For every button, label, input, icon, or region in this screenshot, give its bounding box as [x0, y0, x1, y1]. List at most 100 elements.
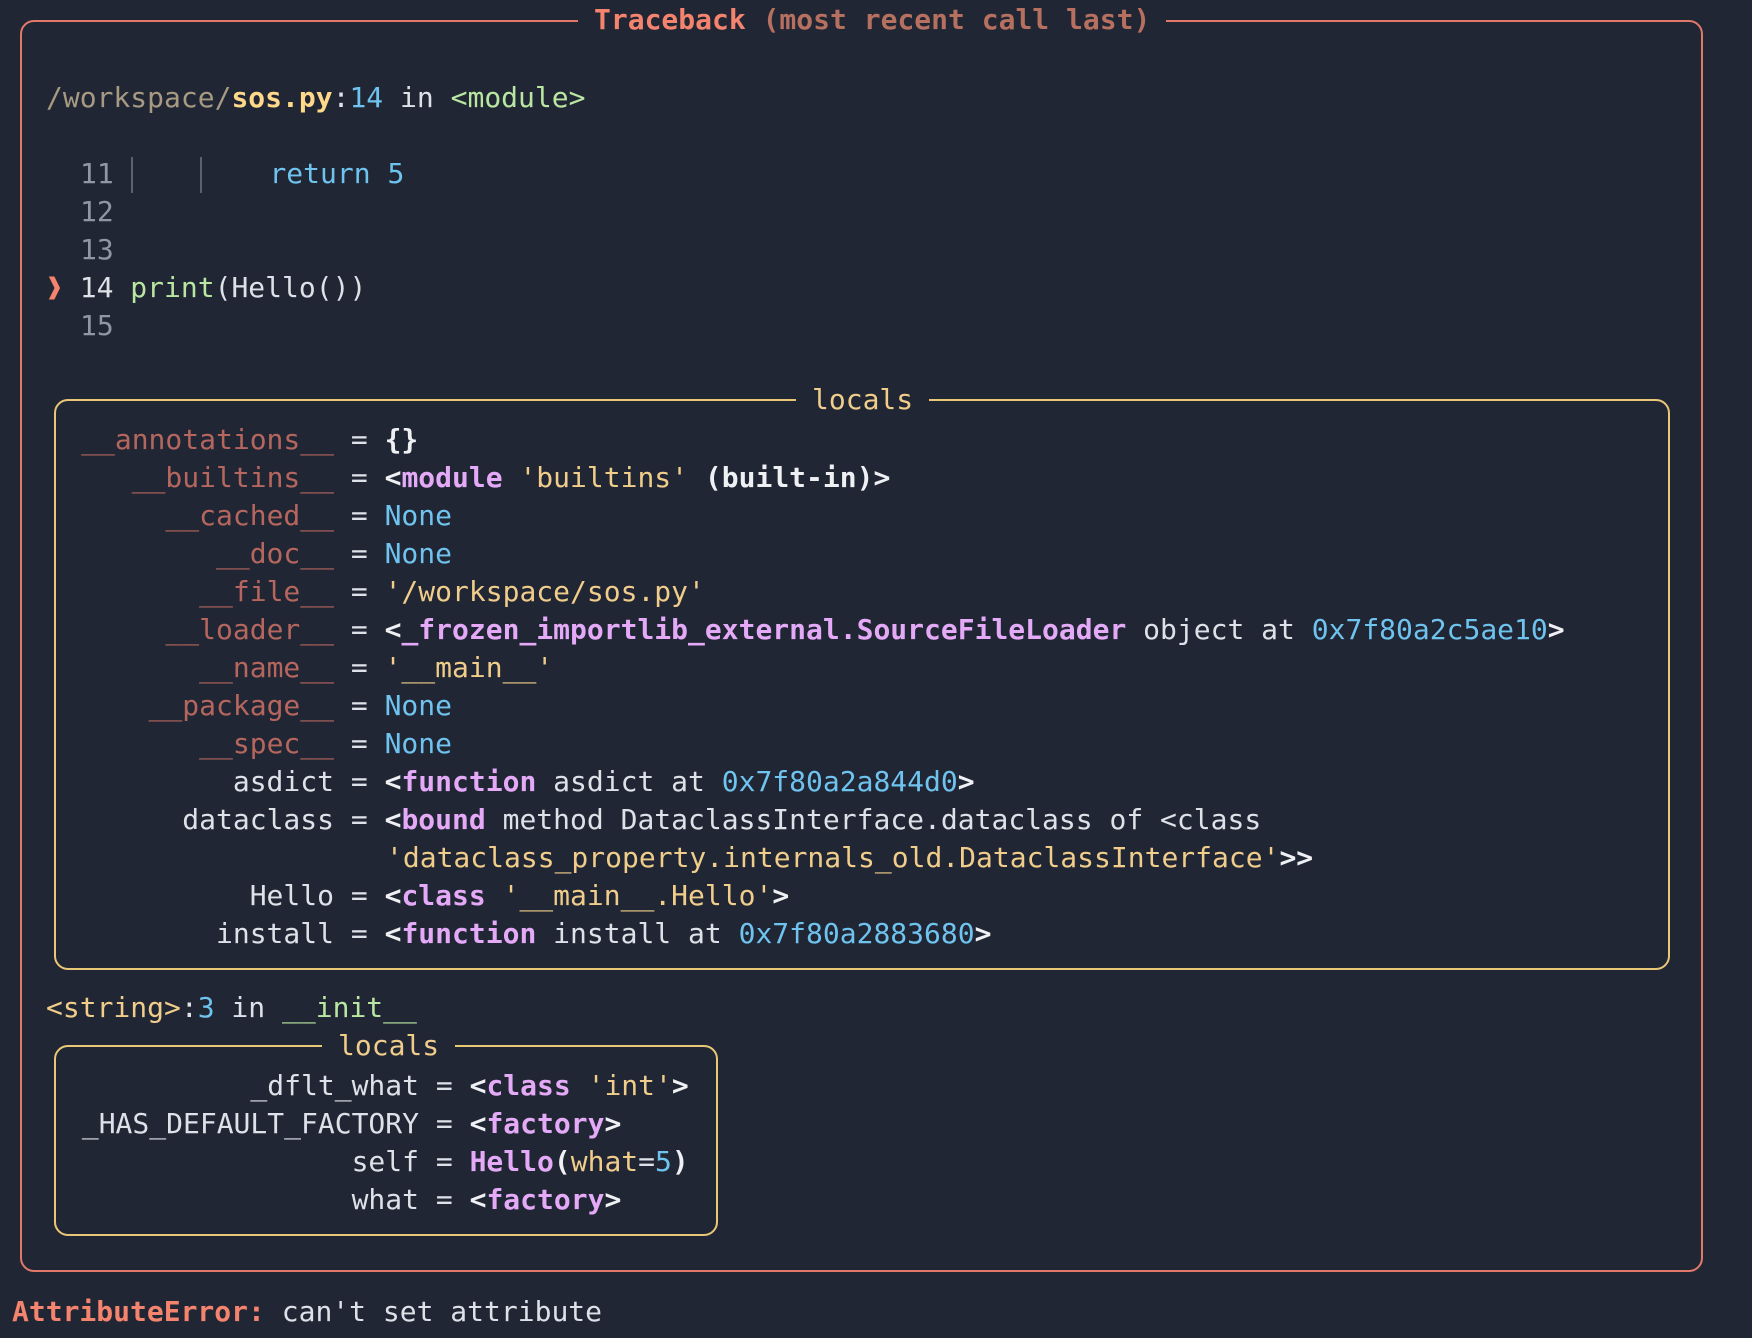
frame-location-2[interactable]: <string>:3 in __init__ [46, 989, 417, 1027]
locals-title: locals [322, 1027, 456, 1065]
local-var-row: self = Hello(what=5) [80, 1143, 689, 1181]
angle-close: > [604, 1107, 622, 1140]
local-var-row: install = <function install at 0x7f80a28… [80, 915, 991, 953]
local-var-name: __name__ [199, 651, 334, 684]
frame-in-text: in [214, 991, 283, 1024]
local-var-name: __loader__ [165, 613, 334, 646]
angle-open: < [469, 1183, 487, 1216]
equals-sign: = [419, 1107, 470, 1140]
local-var-row: __annotations__ = {} [80, 421, 418, 459]
line-number: 15 [80, 309, 114, 342]
repr-number: 5 [655, 1145, 672, 1178]
angle-close: > [772, 879, 790, 912]
equals-sign: = [419, 1145, 470, 1178]
angle-close: >> [1279, 841, 1314, 874]
traceback-title: Traceback (most recent call last) [578, 1, 1167, 39]
equals-sign: = [334, 727, 385, 760]
repr-string: 'dataclass_property.internals_old.Datacl… [386, 841, 1280, 874]
error-line: AttributeError: can't set attribute [12, 1293, 602, 1331]
repr-object: Hello [469, 1145, 554, 1178]
local-var-value: {} [384, 423, 419, 456]
frame-func: <module> [450, 81, 586, 114]
frame-path-prefix: /workspace/ [46, 81, 232, 114]
repr-keyword: class [401, 879, 486, 912]
traceback-title-sub: (most recent call last) [762, 3, 1151, 36]
local-var-value: None [384, 499, 453, 532]
assign-sign: = [638, 1145, 656, 1178]
frame-lineno: 14 [349, 81, 384, 114]
local-var-row: __doc__ = None [80, 535, 452, 573]
code-line: 12 [80, 193, 114, 231]
equals-sign: = [334, 537, 385, 570]
error-message: can't set attribute [264, 1295, 603, 1328]
repr-address: 0x7f80a2883680 [738, 917, 975, 950]
repr-address: 0x7f80a2c5ae10 [1311, 613, 1548, 646]
line-number: 13 [80, 233, 114, 266]
local-var-row: Hello = <class '__main__.Hello'> [80, 877, 789, 915]
repr-plain: method DataclassInterface.dataclass of <… [485, 803, 1262, 836]
local-var-row: dataclass = <bound method DataclassInter… [80, 801, 1261, 839]
traceback-title-main: Traceback [594, 3, 746, 36]
angle-open: < [469, 1107, 487, 1140]
equals-sign: = [419, 1183, 470, 1216]
frame-location-1[interactable]: /workspace/sos.py:14 in <module> [46, 79, 585, 117]
repr-keyword: factory [486, 1183, 605, 1216]
frame-sep: : [180, 991, 198, 1024]
paren-open: ( [553, 1145, 571, 1178]
local-var-row: __name__ = '__main__' [80, 649, 553, 687]
angle-open: < [384, 461, 402, 494]
local-var-value: '__main__' [384, 651, 554, 684]
angle-close: > [671, 1069, 689, 1102]
equals-sign: = [334, 879, 385, 912]
code-keyword: return [269, 157, 371, 190]
frame-func: __init__ [282, 991, 417, 1024]
angle-close: > [604, 1183, 622, 1216]
local-var-name: install [215, 917, 334, 950]
local-var-row: __cached__ = None [80, 497, 452, 535]
local-var-row: __spec__ = None [80, 725, 452, 763]
local-var-name: Hello [249, 879, 334, 912]
angle-open: < [384, 879, 402, 912]
local-var-row: __package__ = None [80, 687, 452, 725]
local-var-name: what [351, 1183, 419, 1216]
local-var-name: __builtins__ [131, 461, 334, 494]
repr-plain: object at [1126, 613, 1312, 646]
local-var-name: asdict [232, 765, 334, 798]
line-number: 12 [80, 195, 114, 228]
line-number: 14 [79, 271, 114, 304]
local-var-row: asdict = <function asdict at 0x7f80a2a84… [80, 763, 975, 801]
angle-close: > [1547, 613, 1565, 646]
angle-open: < [384, 803, 402, 836]
repr-plain: asdict at [536, 765, 722, 798]
equals-sign: = [334, 575, 385, 608]
code-line: 15 [80, 307, 114, 345]
paren-close: ) [671, 1145, 689, 1178]
angle-close: > [957, 765, 975, 798]
repr-keyword: factory [486, 1107, 605, 1140]
local-var-name: __cached__ [165, 499, 334, 532]
equals-sign: = [334, 499, 385, 532]
local-var-row: __file__ = '/workspace/sos.py' [80, 573, 705, 611]
code-line: 11 return 5 [80, 155, 404, 193]
repr-attr: what [570, 1145, 639, 1178]
frame-lineno: 3 [197, 991, 215, 1024]
local-var-name: self [351, 1145, 419, 1178]
repr-keyword: function [401, 917, 537, 950]
repr-string: 'int' [570, 1069, 672, 1102]
equals-sign: = [334, 689, 385, 722]
equals-sign: = [334, 613, 385, 646]
repr-string: 'builtins' [502, 461, 705, 494]
local-var-name: __file__ [199, 575, 334, 608]
local-var-name: __spec__ [199, 727, 334, 760]
local-var-name: __annotations__ [81, 423, 334, 456]
repr-plain: install at [536, 917, 739, 950]
local-var-row: what = <factory> [80, 1181, 622, 1219]
frame-location: <string> [46, 991, 181, 1024]
repr-rest: (built-in)> [704, 461, 891, 494]
repr-string: '__main__.Hello' [485, 879, 773, 912]
code-line-current: ❱ 14 print(Hello()) [46, 269, 366, 307]
repr-keyword: module [401, 461, 503, 494]
local-var-name: __package__ [148, 689, 334, 722]
indent-guide [130, 157, 133, 193]
equals-sign: = [419, 1069, 470, 1102]
